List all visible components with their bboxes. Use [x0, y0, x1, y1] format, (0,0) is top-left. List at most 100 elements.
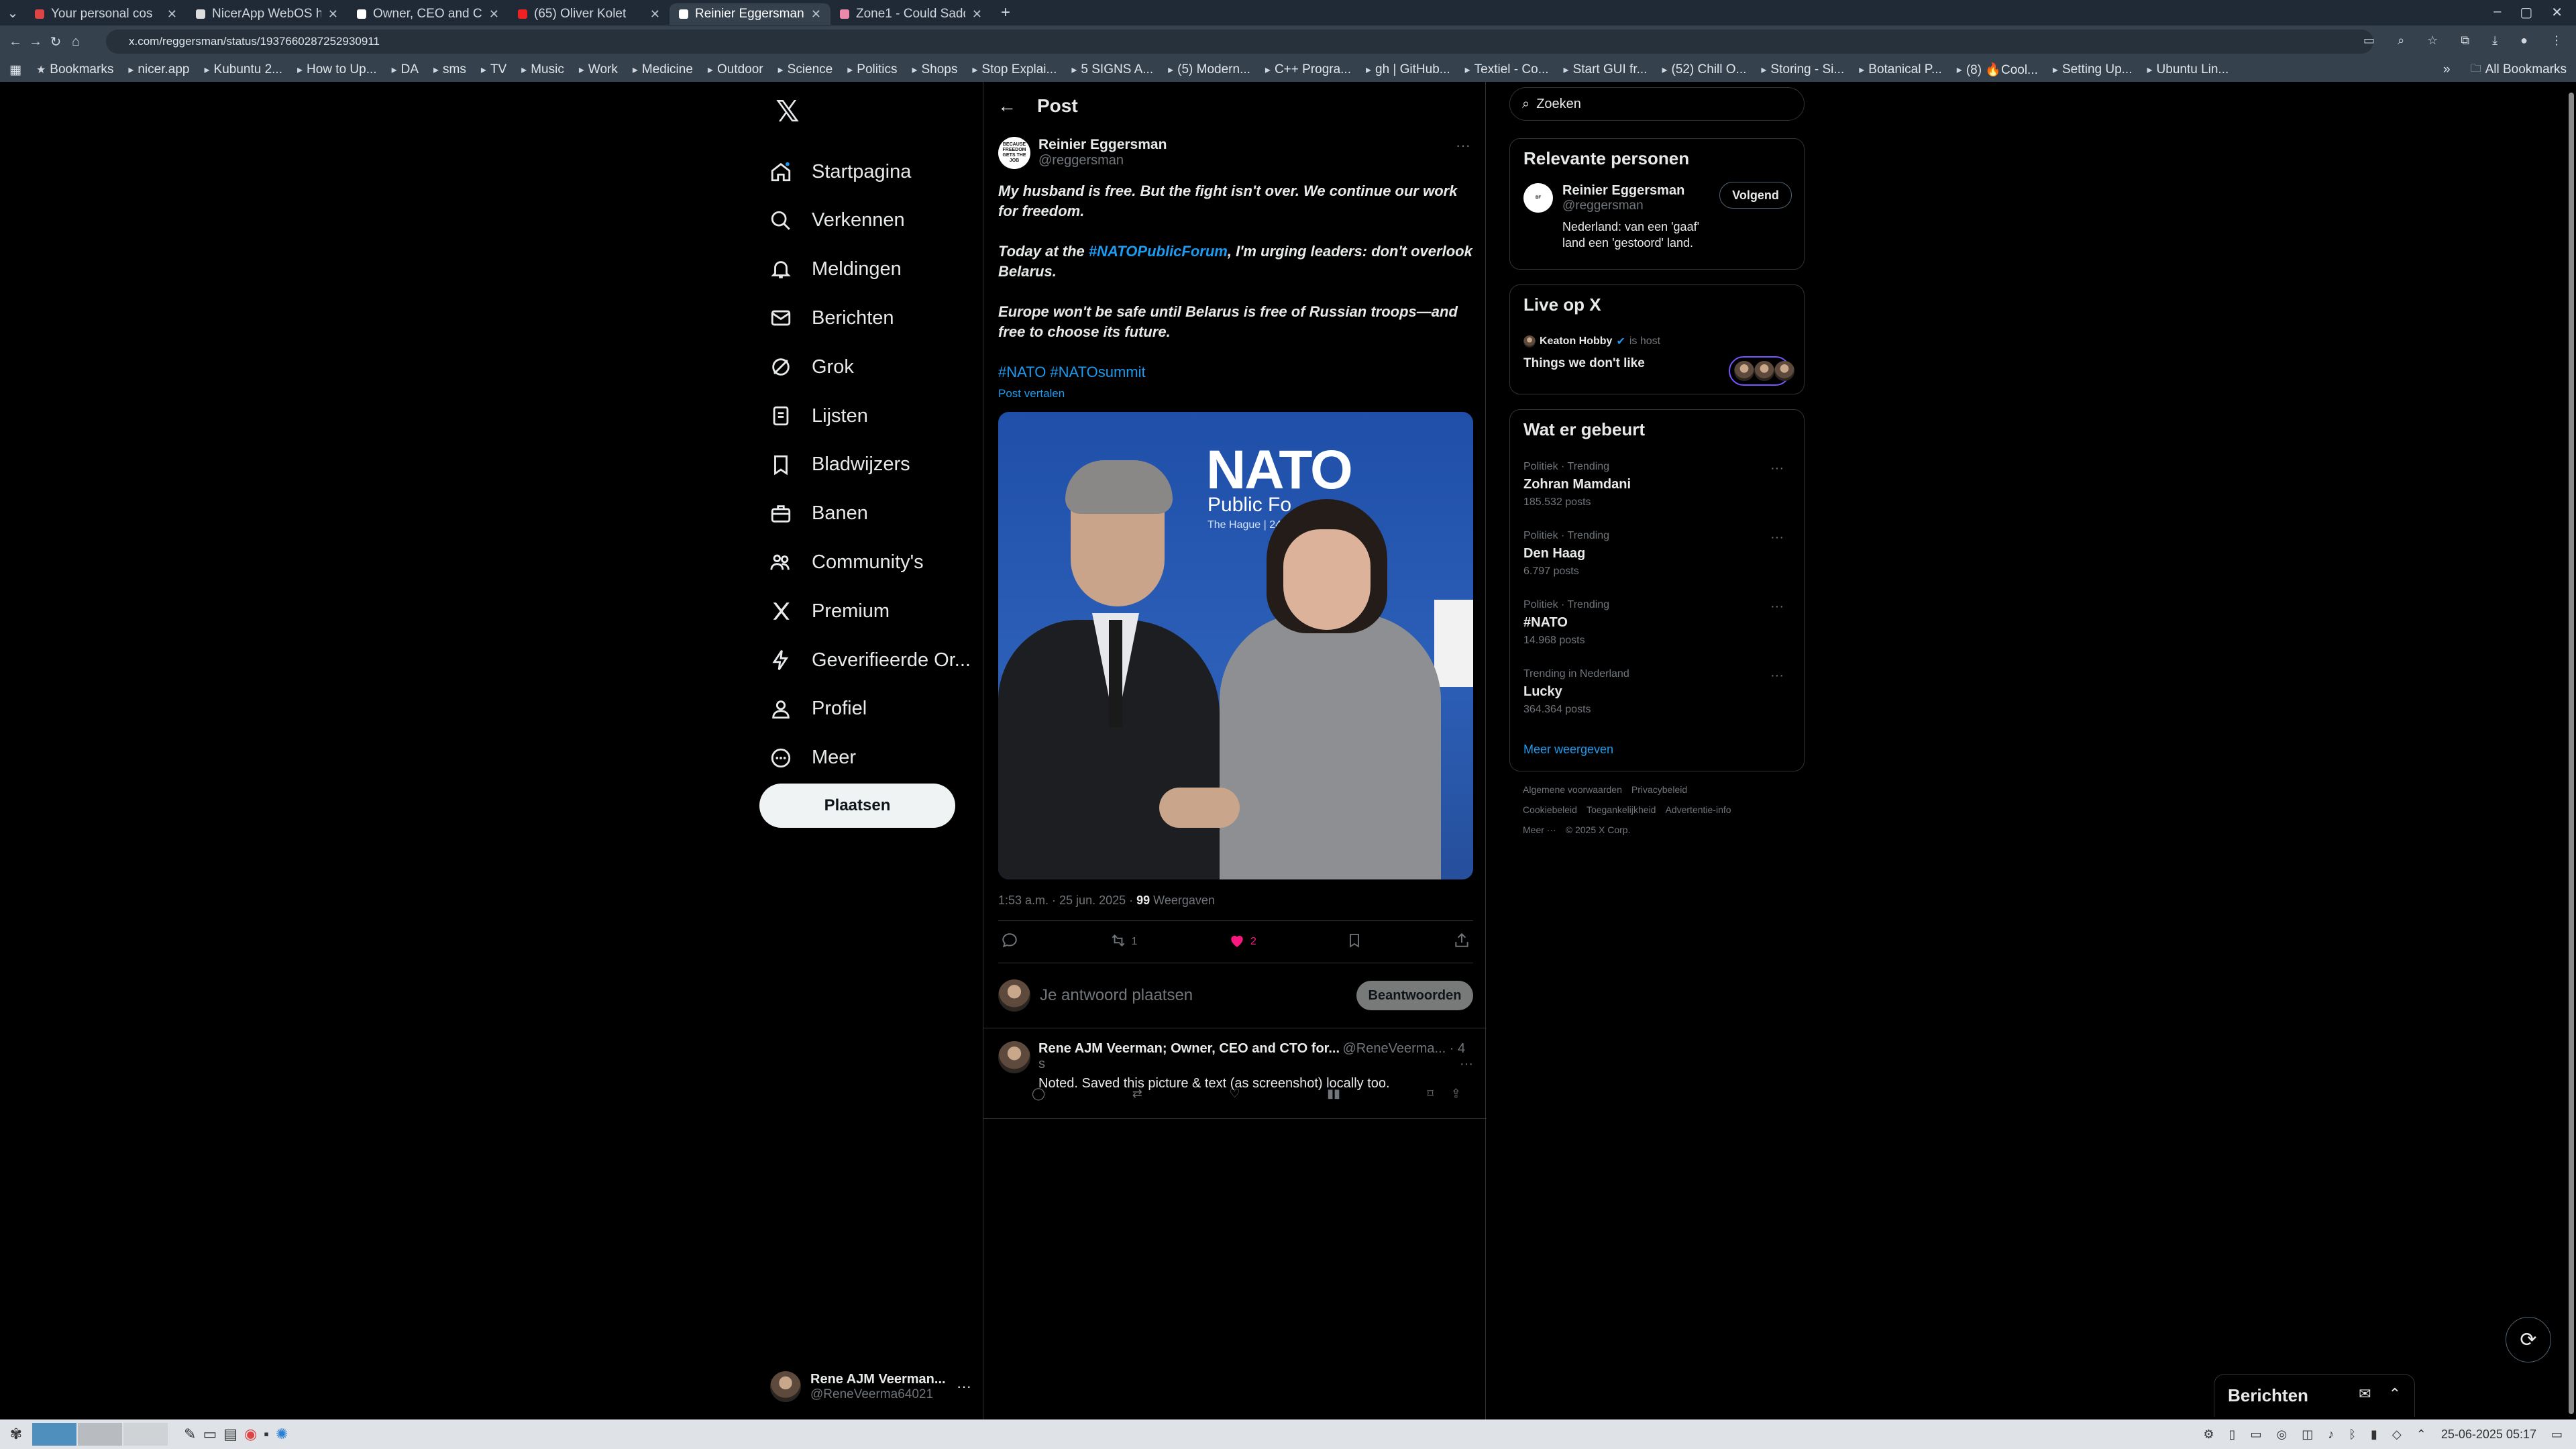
trend-more-icon[interactable]: ···: [1770, 530, 1784, 545]
search-input[interactable]: ⌕ Zoeken: [1509, 87, 1805, 121]
bookmark-item[interactable]: ▸ Kubuntu 2...: [204, 62, 282, 78]
forward-nav-icon[interactable]: →: [25, 34, 46, 50]
browser-tab[interactable]: (65) Oliver Kolet ✕: [508, 3, 669, 25]
relevant-handle[interactable]: @reggersman: [1562, 199, 1723, 213]
nav-item[interactable]: Verkennen: [767, 197, 905, 245]
post-author[interactable]: BECAUSE FREEDOM GETS THE JOB Reinier Egg…: [998, 137, 1167, 169]
account-switcher[interactable]: Rene AJM Veerman... @ReneVeerma64021 ···: [770, 1363, 971, 1410]
share-action[interactable]: [1453, 932, 1470, 953]
tray-icon-5[interactable]: ◫: [2302, 1428, 2313, 1442]
browser-tab[interactable]: Zone1 - Could Sadd ✕: [830, 3, 991, 25]
close-tab-icon[interactable]: ✕: [811, 7, 821, 21]
bookmark-item[interactable]: ▸ Setting Up...: [2053, 62, 2133, 78]
bookmark-item[interactable]: ▸ Textiel - Co...: [1465, 62, 1549, 78]
footer-link[interactable]: Algemene voorwaarden: [1523, 784, 1622, 795]
nav-item[interactable]: Geverifieerde Or...: [767, 636, 971, 684]
bookmark-item[interactable]: ▸ Shops: [912, 62, 957, 78]
reply-avatar[interactable]: [998, 1041, 1030, 1073]
bookmark-item[interactable]: ▸ C++ Progra...: [1265, 62, 1351, 78]
reply-author-name[interactable]: Rene AJM Veerman; Owner, CEO and CTO for…: [1038, 1041, 1340, 1056]
live-avatars[interactable]: [1729, 356, 1794, 386]
browser-tab[interactable]: NicerApp WebOS h ✕: [186, 3, 347, 25]
scrollbar-thumb[interactable]: [2569, 93, 2574, 1414]
trend-item[interactable]: Politiek · Trending Zohran Mamdani 185.532…: [1523, 461, 1792, 508]
tab-search-icon[interactable]: ⌄: [0, 5, 25, 21]
clock[interactable]: 25-06-2025 05:17: [2441, 1428, 2536, 1442]
browser-tab[interactable]: Owner, CEO and CT ✕: [347, 3, 508, 25]
editor-icon[interactable]: ✎: [184, 1423, 196, 1446]
show-desktop-icon[interactable]: ▭: [2551, 1428, 2563, 1442]
nav-item[interactable]: Bladwijzers: [767, 441, 910, 489]
close-window-icon[interactable]: ✕: [2551, 4, 2563, 21]
post-button[interactable]: Plaatsen: [759, 784, 955, 828]
bookmark-action[interactable]: [1346, 932, 1362, 953]
app-launcher-icon[interactable]: ✾: [7, 1423, 25, 1446]
apps-icon[interactable]: ▦: [9, 62, 21, 78]
trend-more-icon[interactable]: ···: [1770, 668, 1784, 684]
author-handle[interactable]: @reggersman: [1038, 153, 1167, 168]
nav-item[interactable]: Meldingen: [767, 246, 902, 294]
close-tab-icon[interactable]: ✕: [167, 7, 177, 21]
bookmark-item[interactable]: ▸ sms: [433, 62, 466, 78]
tray-expand-icon[interactable]: ⌃: [2416, 1428, 2426, 1442]
trend-more-icon[interactable]: ···: [1770, 461, 1784, 476]
repost-action[interactable]: 1: [1109, 932, 1137, 953]
new-message-icon[interactable]: ✉: [2359, 1385, 2371, 1403]
bookmark-item[interactable]: ▸ Stop Explai...: [972, 62, 1057, 78]
back-arrow-icon[interactable]: ←: [983, 95, 1030, 117]
bookmark-item[interactable]: ▸ Outdoor: [708, 62, 763, 78]
reply-item[interactable]: Rene AJM Veerman; Owner, CEO and CTO for…: [998, 1041, 1473, 1091]
reply-button[interactable]: Beantwoorden: [1356, 981, 1473, 1010]
bluetooth-icon[interactable]: ᛒ: [2349, 1428, 2356, 1442]
post-photo[interactable]: NATO Public Fo The Hague | 24 -: [998, 412, 1473, 879]
cast-icon[interactable]: ▭: [2363, 34, 2375, 48]
author-name[interactable]: Reinier Eggersman: [1038, 137, 1167, 153]
profile-icon[interactable]: ●: [2520, 34, 2528, 48]
terminal-icon[interactable]: ▭: [203, 1423, 217, 1446]
star-icon[interactable]: ☆: [2427, 34, 2438, 48]
show-more-link[interactable]: Meer weergeven: [1523, 743, 1613, 757]
bookmark-item[interactable]: ▸ How to Up...: [297, 62, 377, 78]
footer-link[interactable]: Cookiebeleid: [1523, 804, 1577, 815]
menu-icon[interactable]: ⋮: [2551, 34, 2563, 48]
post-time[interactable]: 1:53 a.m. · 25 jun. 2025 ·: [998, 894, 1136, 907]
live-space-title[interactable]: Things we don't like: [1523, 356, 1645, 371]
account-more-icon[interactable]: ···: [957, 1378, 971, 1395]
author-avatar[interactable]: BECAUSE FREEDOM GETS THE JOB: [998, 137, 1030, 169]
reply-more-icon[interactable]: ···: [1460, 1057, 1473, 1072]
battery-icon[interactable]: ▮: [2371, 1428, 2377, 1442]
reply-bookmark-icon[interactable]: ⌑: [1428, 1087, 1434, 1101]
reply-input[interactable]: Je antwoord plaatsen: [1040, 986, 1347, 1005]
bookmark-item[interactable]: ▸ Ubuntu Lin...: [2147, 62, 2229, 78]
footer-link[interactable]: Toegankelijkheid: [1587, 804, 1656, 815]
reply-repost-icon[interactable]: ⇄: [1132, 1087, 1142, 1101]
close-tab-icon[interactable]: ✕: [972, 7, 982, 21]
page-scrollbar[interactable]: [2567, 87, 2576, 1419]
bookmark-item[interactable]: ▸ Medicine: [633, 62, 693, 78]
bookmark-item[interactable]: ▸ Work: [579, 62, 618, 78]
nav-item[interactable]: Profiel: [767, 685, 867, 733]
like-action[interactable]: 2: [1228, 932, 1256, 953]
more-bookmarks-icon[interactable]: »: [2443, 62, 2451, 77]
nav-item[interactable]: Grok: [767, 343, 854, 391]
nav-item[interactable]: Community's: [767, 538, 924, 586]
download-icon[interactable]: ⤓: [2492, 34, 2498, 48]
browser-tab[interactable]: Your personal cos ✕: [25, 3, 186, 25]
bookmark-item[interactable]: ★ Bookmarks: [36, 62, 113, 78]
x-logo-icon[interactable]: 𝕏: [767, 91, 808, 131]
trend-item[interactable]: Trending in Nederland Lucky 364.364 posts ·…: [1523, 668, 1792, 716]
virtual-desktop-3[interactable]: [123, 1423, 168, 1446]
console-icon[interactable]: ▪: [264, 1423, 269, 1446]
virtual-desktop-1[interactable]: [32, 1423, 76, 1446]
expand-icon[interactable]: ⌃: [2389, 1385, 2401, 1403]
bookmark-item[interactable]: ▸ TV: [481, 62, 506, 78]
bookmark-item[interactable]: ▸ 5 SIGNS A...: [1071, 62, 1153, 78]
nav-item[interactable]: Startpagina: [767, 148, 911, 196]
bookmark-item[interactable]: ▸ Botanical P...: [1859, 62, 1942, 78]
extensions-icon[interactable]: ⧉: [2461, 34, 2469, 48]
bookmark-item[interactable]: ▸ Music: [521, 62, 564, 78]
relevant-person[interactable]: BF Reinier Eggersman @reggersman Nederla…: [1523, 183, 1723, 251]
reply-views-icon[interactable]: ▮▮: [1327, 1087, 1340, 1101]
nav-item[interactable]: Meer: [767, 734, 856, 782]
virtual-desktop-2[interactable]: [78, 1423, 122, 1446]
